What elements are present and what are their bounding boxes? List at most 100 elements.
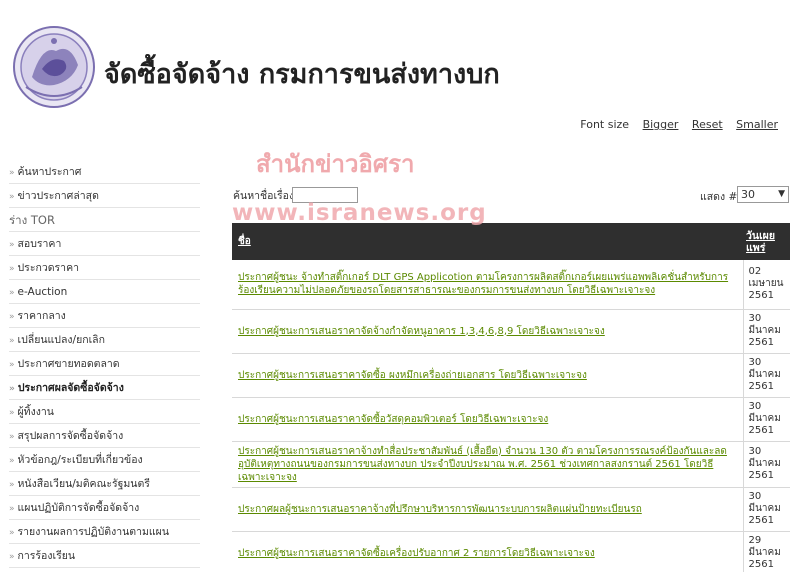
sidebar-item-procurement-summary[interactable]: » สรุปผลการจัดซื้อจัดจ้าง bbox=[9, 424, 200, 448]
bullet-icon: » bbox=[9, 288, 15, 298]
sidebar-item-auction-sale[interactable]: » ประกาศขายทอดตลาด bbox=[9, 352, 200, 376]
table-row: ประกาศผู้ชนะการเสนอราคาจัดซื้อ ผงหมึกเคร… bbox=[232, 353, 790, 398]
announcement-link[interactable]: ประกาศผลผู้ชนะการเสนอราคาจ้างที่ปรึกษาบร… bbox=[238, 503, 737, 516]
bullet-icon: » bbox=[9, 336, 15, 346]
date-year: 2561 bbox=[748, 470, 774, 481]
table-row: ประกาศผลผู้ชนะการเสนอราคาจ้างที่ปรึกษาบร… bbox=[232, 487, 790, 532]
search-label: ค้นหาชื่อเรื่อง bbox=[233, 190, 295, 202]
sidebar-item-plan-report[interactable]: » รายงานผลการปฏิบัติงานตามแผน bbox=[9, 520, 200, 544]
title-cell: ประกาศผลผู้ชนะการเสนอราคาจ้างที่ปรึกษาบร… bbox=[232, 487, 744, 532]
date-month: มีนาคม bbox=[748, 503, 781, 514]
sidebar-item-blacklisted[interactable]: » ผู้ทิ้งงาน bbox=[9, 400, 200, 424]
bullet-icon: » bbox=[9, 408, 15, 418]
date-cell: 30 มีนาคม 2561 bbox=[743, 487, 790, 532]
date-cell: 29 มีนาคม 2561 bbox=[743, 531, 790, 572]
sidebar-item-bidding[interactable]: » ประกวดราคา bbox=[9, 256, 200, 280]
display-count-label: แสดง # bbox=[700, 191, 738, 203]
bullet-icon: » bbox=[9, 552, 15, 562]
table-row: ประกาศผู้ชนะการเสนอราคาจัดซื้อเครื่องปรั… bbox=[232, 531, 790, 572]
date-month: มีนาคม bbox=[748, 547, 781, 558]
sidebar-item-procurement-results[interactable]: » ประกาศผลจัดซื้อจัดจ้าง bbox=[9, 376, 200, 400]
date-cell: 02 เมษายน 2561 bbox=[743, 260, 790, 310]
sidebar-nav: » ค้นหาประกาศ » ข่าวประกาศล่าสุด ร่าง TOR … bbox=[9, 160, 200, 568]
sidebar-item-circulars[interactable]: » หนังสือเวียน/มติคณะรัฐมนตรี bbox=[9, 472, 200, 496]
bullet-icon: » bbox=[9, 168, 15, 178]
title-cell: ประกาศผู้ชนะการเสนอราคาจ้างทำสื่อประชาสั… bbox=[232, 441, 744, 488]
bullet-icon: » bbox=[9, 528, 15, 538]
sidebar-item-change-cancel[interactable]: » เปลี่ยนแปลง/ยกเลิก bbox=[9, 328, 200, 352]
sidebar-item-e-auction[interactable]: » e-Auction bbox=[9, 280, 200, 304]
watermark-agency: สำนักข่าวอิศรา bbox=[256, 150, 415, 178]
date-month: มีนาคม bbox=[748, 369, 781, 380]
dropdown-arrow-icon: ▼ bbox=[778, 189, 785, 199]
announcement-link[interactable]: ประกาศผู้ชนะการเสนอราคาจัดซื้อเครื่องปรั… bbox=[238, 547, 737, 560]
announcement-link[interactable]: ประกาศผู้ชนะการเสนอราคาจัดซื้อ ผงหมึกเคร… bbox=[238, 369, 737, 382]
date-year: 2561 bbox=[748, 290, 774, 302]
table-row: ประกาศผู้ชนะการเสนอราคาจ้างทำสื่อประชาสั… bbox=[232, 441, 790, 488]
announcement-link[interactable]: ประกาศผู้ชนะการเสนอราคาจัดซื้อวัสดุคอมพิ… bbox=[238, 413, 737, 426]
sidebar-item-median-price[interactable]: » ราคากลาง bbox=[9, 304, 200, 328]
sidebar-item-search-announcements[interactable]: » ค้นหาประกาศ bbox=[9, 160, 200, 184]
date-cell: 30 มีนาคม 2561 bbox=[743, 353, 790, 398]
sidebar-item-regulations[interactable]: » หัวข้อกฎ/ระเบียบที่เกี่ยวข้อง bbox=[9, 448, 200, 472]
column-header-title[interactable]: ชื่อ bbox=[232, 223, 743, 260]
date-day: 30 bbox=[748, 357, 762, 368]
date-year: 2561 bbox=[748, 381, 774, 392]
table-header-row: ชื่อ วันเผยแพร่ bbox=[232, 223, 790, 260]
bullet-icon: » bbox=[9, 240, 15, 250]
sidebar-item-complaints[interactable]: » การร้องเรียน bbox=[9, 544, 200, 568]
announcement-link[interactable]: ประกาศผู้ชนะการเสนอราคาจัดจ้างกำจัดหนูอา… bbox=[238, 325, 737, 338]
date-month: มีนาคม bbox=[748, 413, 781, 424]
bullet-icon: » bbox=[9, 480, 15, 490]
title-cell: ประกาศผู้ชนะ จ้างทำสติ๊กเกอร์ DLT GPS Ap… bbox=[232, 260, 744, 310]
sidebar-item-latest-news[interactable]: » ข่าวประกาศล่าสุด bbox=[9, 184, 200, 208]
date-year: 2561 bbox=[748, 425, 774, 436]
bullet-icon: » bbox=[9, 432, 15, 442]
date-cell: 30 มีนาคม 2561 bbox=[743, 397, 790, 442]
display-count-value: 30 bbox=[741, 188, 755, 201]
date-cell: 30 มีนาคม 2561 bbox=[743, 309, 790, 354]
bullet-icon: » bbox=[9, 264, 15, 274]
date-day: 30 bbox=[748, 313, 762, 324]
announcements-table: ชื่อ วันเผยแพร่ ประกาศผู้ชนะ จ้างทำสติ๊ก… bbox=[232, 223, 790, 572]
bullet-icon: » bbox=[9, 192, 15, 202]
sidebar-item-price-inquiry[interactable]: » สอบราคา bbox=[9, 232, 200, 256]
title-cell: ประกาศผู้ชนะการเสนอราคาจัดซื้อเครื่องปรั… bbox=[232, 531, 744, 572]
search-title-input[interactable] bbox=[292, 187, 358, 203]
table-row: ประกาศผู้ชนะ จ้างทำสติ๊กเกอร์ DLT GPS Ap… bbox=[232, 260, 790, 310]
date-month: มีนาคม bbox=[748, 458, 781, 469]
bullet-icon: » bbox=[9, 360, 15, 370]
font-bigger-link[interactable]: Bigger bbox=[643, 118, 679, 131]
bullet-icon: » bbox=[9, 312, 15, 322]
date-day: 30 bbox=[748, 446, 762, 457]
department-logo-icon[interactable] bbox=[12, 25, 96, 109]
title-cell: ประกาศผู้ชนะการเสนอราคาจัดซื้อวัสดุคอมพิ… bbox=[232, 397, 744, 442]
bullet-icon: » bbox=[9, 384, 15, 394]
date-cell: 30 มีนาคม 2561 bbox=[743, 441, 790, 488]
site-title: จัดซื้อจัดจ้าง กรมการขนส่งทางบก bbox=[104, 59, 500, 90]
date-year: 2561 bbox=[748, 559, 774, 570]
display-count-select[interactable]: 30 ▼ bbox=[737, 186, 789, 203]
sidebar-item-procurement-plan[interactable]: » แผนปฏิบัติการจัดซื้อจัดจ้าง bbox=[9, 496, 200, 520]
table-row: ประกาศผู้ชนะการเสนอราคาจัดจ้างกำจัดหนูอา… bbox=[232, 309, 790, 354]
title-cell: ประกาศผู้ชนะการเสนอราคาจัดจ้างกำจัดหนูอา… bbox=[232, 309, 744, 354]
column-header-date[interactable]: วันเผยแพร่ bbox=[743, 223, 790, 260]
font-smaller-link[interactable]: Smaller bbox=[736, 118, 778, 131]
font-reset-link[interactable]: Reset bbox=[692, 118, 723, 131]
sidebar-item-draft-tor[interactable]: ร่าง TOR bbox=[9, 208, 200, 232]
font-size-controls: Font size Bigger Reset Smaller bbox=[570, 118, 778, 131]
date-day: 02 bbox=[748, 266, 762, 278]
date-day: 29 bbox=[748, 535, 762, 546]
date-month: เมษายน bbox=[748, 278, 784, 290]
font-size-label: Font size bbox=[580, 118, 630, 131]
date-year: 2561 bbox=[748, 515, 774, 526]
bullet-icon: » bbox=[9, 456, 15, 466]
date-day: 30 bbox=[748, 401, 762, 412]
announcement-link[interactable]: ประกาศผู้ชนะการเสนอราคาจ้างทำสื่อประชาสั… bbox=[238, 445, 737, 484]
table-row: ประกาศผู้ชนะการเสนอราคาจัดซื้อวัสดุคอมพิ… bbox=[232, 397, 790, 442]
date-day: 30 bbox=[748, 491, 762, 502]
title-cell: ประกาศผู้ชนะการเสนอราคาจัดซื้อ ผงหมึกเคร… bbox=[232, 353, 744, 398]
date-year: 2561 bbox=[748, 337, 774, 348]
announcement-link[interactable]: ประกาศผู้ชนะ จ้างทำสติ๊กเกอร์ DLT GPS Ap… bbox=[238, 271, 737, 297]
bullet-icon: » bbox=[9, 504, 15, 514]
